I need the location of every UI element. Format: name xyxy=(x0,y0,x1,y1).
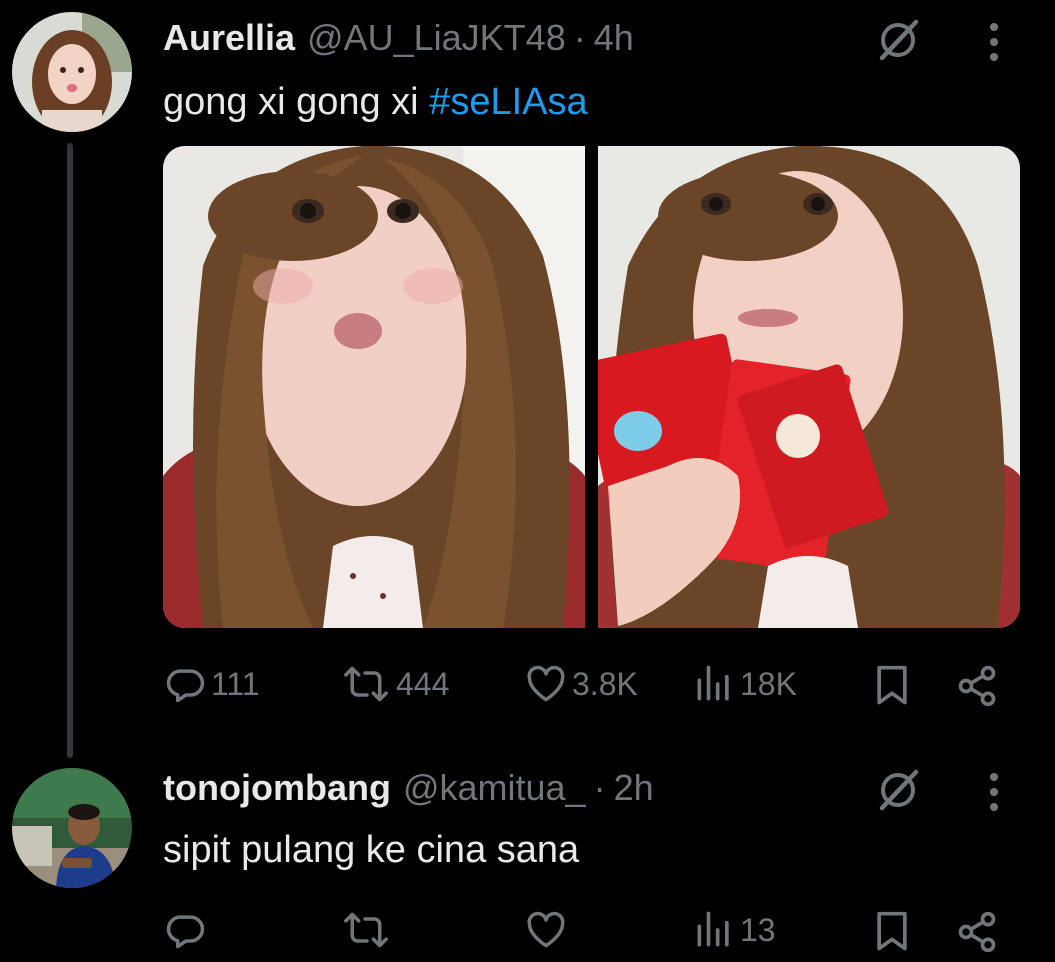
repost-button[interactable] xyxy=(340,908,396,952)
views-count: 13 xyxy=(740,912,776,948)
views-chart-icon xyxy=(697,665,729,701)
tweet-text: sipit pulang ke cina sana xyxy=(163,828,579,872)
grok-icon[interactable] xyxy=(874,766,922,819)
tweet-text: gong xi gong xi #seLIAsa xyxy=(163,80,588,124)
repost-icon xyxy=(344,666,388,702)
reply-icon xyxy=(166,669,205,703)
heart-icon xyxy=(527,911,565,948)
share-button[interactable] xyxy=(955,910,999,954)
media-photo-1[interactable] xyxy=(163,146,585,628)
hashtag-link[interactable]: #seLIAsa xyxy=(429,81,587,123)
repost-count: 444 xyxy=(396,666,450,702)
timeline: Aurellia @AU_LiaJKT48 · 4h gong xi gong … xyxy=(0,0,1055,962)
reply-button[interactable] xyxy=(163,908,211,952)
heart-icon xyxy=(527,665,565,702)
share-icon xyxy=(958,911,996,953)
reply-count: 111 xyxy=(211,666,260,702)
share-icon xyxy=(958,665,996,707)
bookmark-icon xyxy=(877,665,907,705)
like-count: 3.8K xyxy=(572,666,638,702)
tweet-actions: 13 xyxy=(0,908,1055,958)
share-button[interactable] xyxy=(955,664,999,708)
tweet-header: Aurellia @AU_LiaJKT48 · 4h xyxy=(163,18,634,58)
tweet-text-body: gong xi gong xi xyxy=(163,81,430,123)
timestamp[interactable]: 4h xyxy=(594,18,634,58)
grok-icon[interactable] xyxy=(874,16,922,69)
tweet-actions: 111 444 3.8K 18K xyxy=(0,662,1055,712)
like-button[interactable]: 3.8K xyxy=(524,662,638,706)
views-count: 18K xyxy=(740,666,797,702)
separator-dot: · xyxy=(573,17,586,58)
display-name[interactable]: tonojombang xyxy=(163,768,391,808)
avatar[interactable] xyxy=(12,12,132,132)
tweet-header: tonojombang @kamitua_ · 2h xyxy=(163,768,654,808)
separator-dot: · xyxy=(593,767,606,808)
views-button[interactable]: 13 xyxy=(692,908,776,952)
views-chart-icon xyxy=(697,911,729,947)
bookmark-button[interactable] xyxy=(872,664,912,708)
bookmark-icon xyxy=(877,911,907,951)
tweet-text-body: sipit pulang ke cina sana xyxy=(163,829,580,871)
repost-icon xyxy=(344,912,388,948)
views-button[interactable]: 18K xyxy=(692,662,797,706)
repost-button[interactable]: 444 xyxy=(340,662,449,706)
reply-icon xyxy=(166,915,205,949)
media-photo-2[interactable] xyxy=(598,146,1020,628)
timestamp[interactable]: 2h xyxy=(614,768,654,808)
more-vertical-icon[interactable] xyxy=(986,20,1002,69)
user-handle[interactable]: @AU_LiaJKT48 xyxy=(307,18,566,58)
display-name[interactable]: Aurellia xyxy=(163,18,295,58)
user-handle[interactable]: @kamitua_ xyxy=(403,768,586,808)
more-vertical-icon[interactable] xyxy=(986,770,1002,819)
bookmark-button[interactable] xyxy=(872,910,912,954)
reply-button[interactable]: 111 xyxy=(163,662,260,706)
avatar[interactable] xyxy=(12,768,132,888)
like-button[interactable] xyxy=(524,908,572,952)
